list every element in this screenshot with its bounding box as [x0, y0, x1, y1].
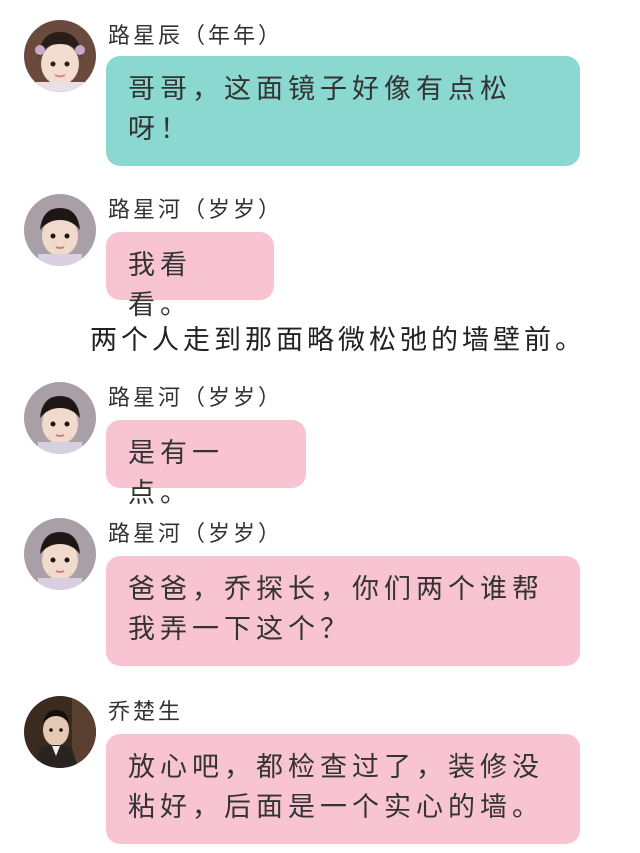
boy-avatar[interactable] [24, 194, 96, 266]
message-bubble: 是有一点。 [106, 420, 306, 509]
boy-avatar[interactable] [24, 518, 96, 590]
girl-avatar[interactable] [24, 20, 96, 92]
sender-name: 路星河（岁岁） [108, 386, 284, 411]
message-bubble: 我看看。 [106, 232, 274, 321]
man-avatar[interactable] [24, 696, 96, 768]
sender-name: 路星河（岁岁） [108, 522, 284, 547]
message-bubble: 爸爸，乔探长，你们两个谁帮我弄一下这个？ [106, 556, 580, 666]
message-bubble: 哥哥，这面镜子好像有点松呀！ [106, 56, 580, 166]
sender-name: 路星河（岁岁） [108, 198, 284, 223]
boy-avatar[interactable] [24, 382, 96, 454]
sender-name: 乔楚生 [108, 700, 184, 725]
sender-name: 路星辰（年年） [108, 24, 284, 49]
message-bubble: 放心吧，都检查过了，装修没粘好，后面是一个实心的墙。 [106, 734, 580, 844]
narration-text: 两个人走到那面略微松弛的墙壁前。 [90, 325, 586, 356]
